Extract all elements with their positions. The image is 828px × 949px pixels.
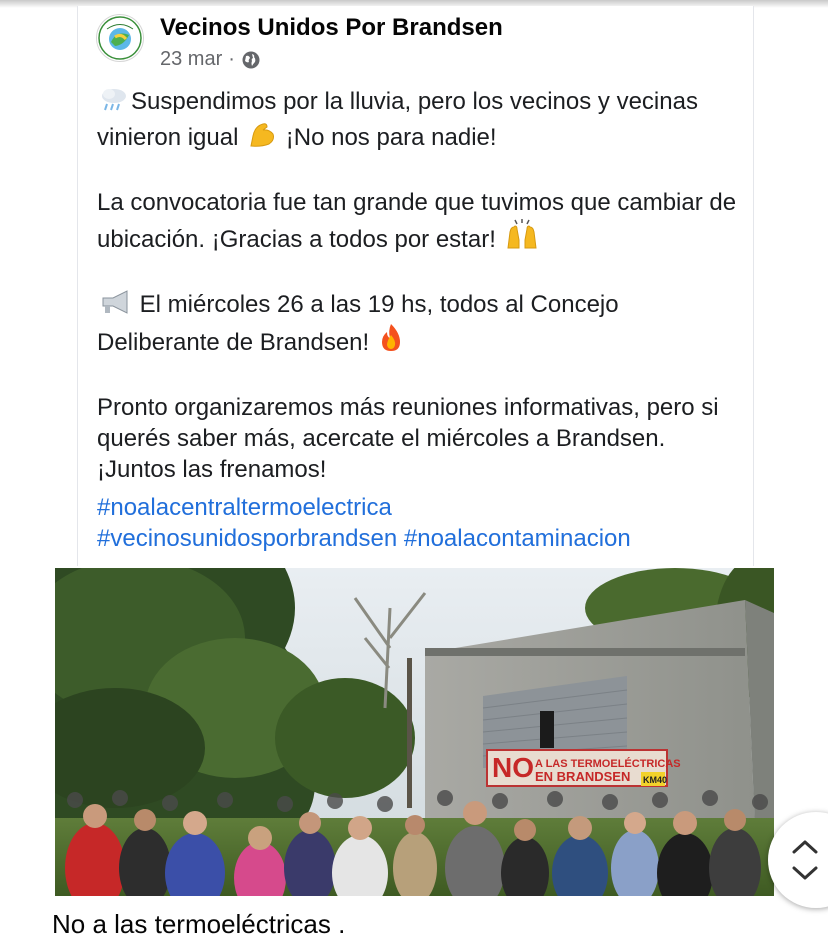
post-body: Suspendimos por la lluvia, pero los veci… (97, 86, 737, 516)
svg-text:KM40: KM40 (643, 775, 667, 785)
megaphone-icon (99, 289, 131, 323)
globe-icon[interactable] (241, 50, 261, 70)
protest-photo-image: NO A LAS TERMOELÉCTRICAS EN BRANDSEN KM4… (55, 568, 774, 896)
cloud-rain-icon (99, 86, 129, 120)
page-avatar[interactable] (96, 14, 144, 62)
raised-hands-icon (505, 218, 539, 258)
meta-separator: · (228, 48, 235, 70)
paragraph-2: La convocatoria fue tan grande que tuvim… (97, 187, 737, 258)
post-date[interactable]: 23 mar (160, 48, 222, 71)
post-photo[interactable]: NO A LAS TERMOELÉCTRICAS EN BRANDSEN KM4… (55, 568, 774, 896)
hashtag-link[interactable]: #vecinosunidosporbrandsen (97, 525, 397, 552)
paragraph-1: Suspendimos por la lluvia, pero los veci… (97, 86, 737, 156)
scroll-arrows-icon (792, 840, 818, 880)
photo-caption: No a las termoeléctricas . (52, 909, 346, 939)
post-author[interactable]: Vecinos Unidos Por Brandsen (160, 14, 503, 42)
hashtag-link[interactable]: #noalacontaminacion (404, 525, 631, 552)
post-meta: 23 mar · (160, 48, 261, 71)
svg-text:NO: NO (492, 752, 534, 783)
flexed-biceps-icon (247, 120, 277, 156)
paragraph-2-text: La convocatoria fue tan grande que tuvim… (97, 189, 737, 253)
svg-text:EN BRANDSEN: EN BRANDSEN (535, 769, 630, 784)
paragraph-3-text: El miércoles 26 a las 19 hs, todos al Co… (97, 291, 619, 356)
scroll-navigation-button[interactable] (768, 812, 828, 908)
fire-icon (378, 323, 404, 361)
logo-icon (98, 16, 142, 60)
hashtags: #noalacentraltermoelectrica #vecinosunid… (97, 492, 747, 554)
paragraph-3: El miércoles 26 a las 19 hs, todos al Co… (97, 289, 737, 361)
paragraph-4: Pronto organizaremos más reuniones infor… (97, 394, 719, 483)
hashtag-link[interactable]: #noalacentraltermoelectrica (97, 494, 392, 521)
paragraph-1-text-b: ¡No nos para nadie! (285, 124, 497, 151)
